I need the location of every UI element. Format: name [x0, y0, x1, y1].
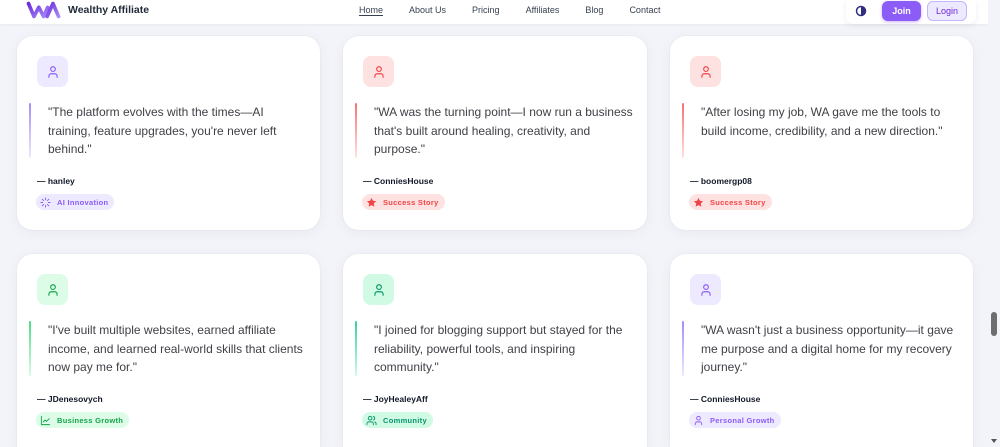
page: Wealthy Affiliate Home About Us Pricing … [0, 0, 1000, 447]
badge-label: Business Growth [57, 415, 124, 425]
testimonial-card: "I've built multiple websites, earned af… [17, 254, 320, 447]
quote-accent-bar [355, 103, 357, 158]
testimonial-card: "WA was the turning point—I now run a bu… [343, 36, 647, 230]
testimonial-author: — hanley [37, 176, 75, 186]
testimonial-author: — ConniesHouse [690, 394, 761, 404]
wa-logo [26, 1, 61, 19]
quote-accent-bar [29, 321, 31, 376]
badge-label: AI Innovation [57, 197, 109, 207]
user-icon [373, 283, 384, 296]
testimonial-quote: "I've built multiple websites, earned af… [48, 323, 303, 374]
vertical-scrollbar[interactable] [988, 0, 1000, 447]
testimonial-author: — JoyHealeyAff [363, 394, 428, 404]
category-badge: Personal Growth [689, 412, 781, 428]
avatar [363, 274, 394, 305]
category-badge: Success Story [689, 194, 772, 210]
testimonial-quote: "I joined for blogging support but staye… [374, 323, 623, 374]
scroll-thumb[interactable] [991, 312, 997, 336]
users-icon [366, 415, 377, 425]
join-button[interactable]: Join [882, 1, 921, 21]
nav-link-pricing[interactable]: Pricing [472, 4, 500, 17]
nav-link-blog[interactable]: Blog [585, 4, 603, 17]
user-icon [47, 65, 58, 78]
quote-accent-bar [682, 103, 684, 158]
testimonial-grid: "The platform evolves with the times—AI … [17, 36, 973, 447]
main-nav: Home About Us Pricing Affiliates Blog Co… [359, 4, 660, 17]
nav-link-affiliates[interactable]: Affiliates [526, 4, 560, 17]
brand-home-link[interactable]: Wealthy Affiliate [26, 0, 149, 20]
testimonial-quote: "WA wasn't just a business opportunity—i… [701, 323, 954, 374]
nav-link-home[interactable]: Home [359, 4, 383, 17]
testimonial-quote: "WA was the turning point—I now run a bu… [374, 105, 633, 156]
user-icon [700, 65, 711, 78]
testimonial-card: "The platform evolves with the times—AI … [17, 36, 320, 230]
testimonial-author: — ConniesHouse [363, 176, 434, 186]
contrast-icon[interactable] [855, 5, 867, 17]
testimonial-card: "WA wasn't just a business opportunity—i… [670, 254, 973, 447]
testimonial-quote: "After losing my job, WA gave me the too… [701, 105, 943, 138]
badge-label: Success Story [710, 197, 766, 207]
avatar [363, 56, 394, 87]
category-badge: Success Story [362, 194, 445, 210]
chart-line-icon [40, 415, 51, 425]
badge-label: Personal Growth [710, 415, 775, 425]
sparkle-icon [40, 196, 51, 208]
avatar [37, 56, 68, 87]
scroll-down-arrow-icon[interactable] [991, 439, 997, 443]
testimonial-author: — boomergp08 [690, 176, 752, 186]
avatar [690, 56, 721, 87]
star-icon [693, 197, 704, 207]
testimonial-card: "After losing my job, WA gave me the too… [670, 36, 973, 230]
category-badge: Community [362, 412, 433, 428]
avatar [37, 274, 68, 305]
star-icon [366, 197, 377, 207]
login-button[interactable]: Login [927, 1, 967, 21]
user-icon [694, 415, 703, 425]
brand-name: Wealthy Affiliate [68, 3, 150, 16]
badge-label: Community [383, 415, 427, 425]
quote-accent-bar [682, 321, 684, 376]
header-actions: Join Login [846, 0, 976, 24]
nav-link-about-us[interactable]: About Us [409, 4, 446, 17]
category-badge: Business Growth [36, 412, 130, 428]
site-header: Wealthy Affiliate Home About Us Pricing … [0, 0, 988, 24]
category-badge: AI Innovation [36, 194, 115, 210]
avatar [690, 274, 721, 305]
user-icon [47, 283, 58, 296]
quote-accent-bar [29, 103, 31, 158]
nav-link-contact[interactable]: Contact [629, 4, 660, 17]
testimonial-card: "I joined for blogging support but staye… [343, 254, 647, 447]
badge-label: Success Story [383, 197, 439, 207]
user-icon [700, 283, 711, 296]
user-icon [373, 65, 384, 78]
quote-accent-bar [355, 321, 357, 376]
testimonial-author: — JDenesovych [37, 394, 103, 404]
testimonial-quote: "The platform evolves with the times—AI … [48, 105, 277, 156]
